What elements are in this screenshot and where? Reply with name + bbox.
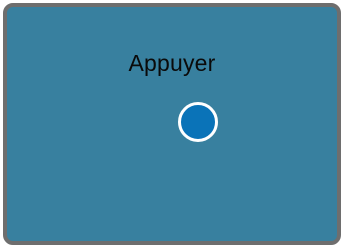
prompt-title: Appuyer: [128, 50, 216, 76]
tap-target-circle[interactable]: [178, 102, 218, 142]
prompt-panel: Appuyer: [3, 3, 341, 245]
